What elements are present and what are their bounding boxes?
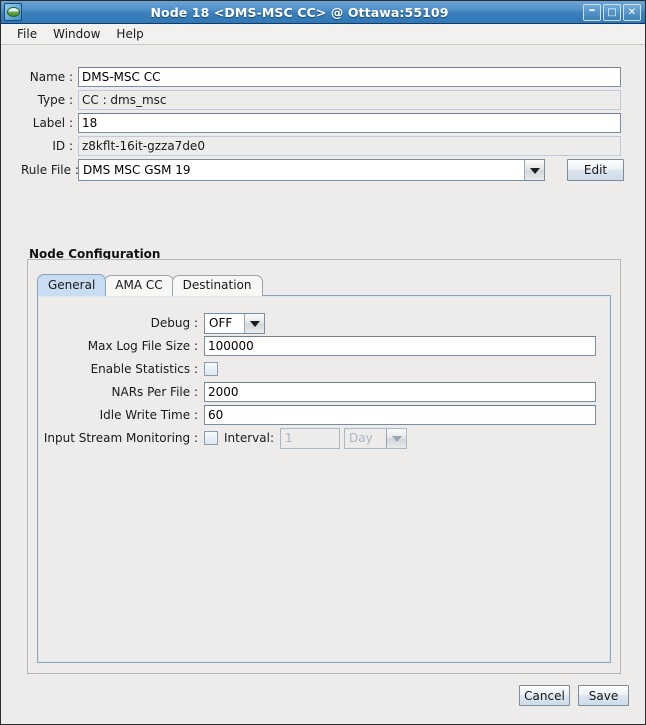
- menu-item-window[interactable]: Window: [45, 25, 108, 43]
- field-row-idle-write-time: Idle Write Time : 60: [38, 404, 598, 426]
- idle-write-time-label: Idle Write Time :: [99, 408, 198, 422]
- input-stream-monitoring-checkbox[interactable]: [204, 431, 218, 445]
- footer-buttons: Cancel Save: [519, 685, 629, 706]
- field-row-max-log-file-size: Max Log File Size : 100000: [38, 335, 598, 357]
- id-label: ID :: [52, 139, 73, 153]
- tab-general[interactable]: General: [37, 274, 107, 296]
- interval-label: Interval:: [224, 431, 274, 445]
- idle-write-time-input[interactable]: 60: [204, 405, 596, 425]
- close-icon: ✕: [627, 6, 637, 18]
- save-button[interactable]: Save: [578, 685, 629, 706]
- max-log-file-size-label: Max Log File Size :: [87, 339, 198, 353]
- window-content: Name : DMS-MSC CC Type : CC : dms_msc La…: [1, 45, 645, 724]
- chevron-down-icon[interactable]: [244, 313, 264, 333]
- id-value: z8kflt-16it-gzza7de0: [78, 136, 621, 156]
- interval-input[interactable]: 1: [280, 427, 340, 449]
- field-row-type: Type : CC : dms_msc: [21, 90, 621, 110]
- input-stream-monitoring-label: Input Stream Monitoring :: [43, 431, 198, 445]
- field-row-id: ID : z8kflt-16it-gzza7de0: [21, 136, 621, 156]
- rule-file-combo[interactable]: DMS MSC GSM 19: [78, 159, 545, 181]
- window-controls: – □ ✕: [583, 2, 641, 21]
- type-value: CC : dms_msc: [78, 90, 621, 110]
- debug-value: OFF: [205, 313, 244, 333]
- max-log-file-size-input[interactable]: 100000: [204, 336, 596, 356]
- enable-statistics-label: Enable Statistics :: [90, 362, 198, 376]
- field-row-enable-statistics: Enable Statistics :: [38, 358, 598, 380]
- label-input[interactable]: 18: [78, 113, 621, 133]
- field-row-name: Name : DMS-MSC CC: [21, 67, 621, 87]
- tab-ama-cc[interactable]: AMA CC: [104, 275, 174, 296]
- rule-file-label: Rule File :: [21, 163, 79, 177]
- interval-unit-value: Day: [345, 428, 386, 448]
- enable-statistics-checkbox[interactable]: [204, 362, 218, 376]
- field-row-debug: Debug : OFF: [38, 312, 598, 334]
- tab-panel-general: Debug : OFF Max Log File Size : 100000 E…: [37, 295, 611, 663]
- nars-per-file-label: NARs Per File :: [111, 385, 198, 399]
- window-title: Node 18 <DMS-MSC CC> @ Ottawa:55109: [150, 4, 449, 20]
- type-label: Type :: [37, 93, 73, 107]
- minimize-icon: –: [588, 2, 596, 18]
- maximize-button[interactable]: □: [603, 3, 621, 21]
- tab-destination[interactable]: Destination: [171, 275, 263, 296]
- name-label: Name :: [29, 70, 73, 84]
- edit-button[interactable]: Edit: [567, 159, 624, 181]
- tab-bar: General AMA CC Destination: [37, 274, 263, 296]
- field-row-nars-per-file: NARs Per File : 2000: [38, 381, 598, 403]
- cancel-button[interactable]: Cancel: [519, 685, 570, 706]
- interval-unit-combo[interactable]: Day: [344, 427, 407, 449]
- app-icon: [4, 3, 22, 21]
- name-input[interactable]: DMS-MSC CC: [78, 67, 621, 87]
- chevron-down-icon[interactable]: [524, 160, 544, 180]
- field-row-input-stream-monitoring: Input Stream Monitoring : Interval: 1 Da…: [38, 427, 598, 449]
- application-window: Node 18 <DMS-MSC CC> @ Ottawa:55109 – □ …: [0, 0, 646, 725]
- label-label: Label :: [32, 116, 73, 130]
- field-row-label: Label : 18: [21, 113, 621, 133]
- maximize-icon: □: [607, 6, 617, 18]
- menu-bar: File Window Help: [1, 24, 645, 45]
- debug-combo[interactable]: OFF: [204, 312, 265, 334]
- close-button[interactable]: ✕: [623, 3, 641, 21]
- debug-label: Debug :: [150, 316, 198, 330]
- field-row-rule-file: Rule File : DMS MSC GSM 19 Edit: [21, 159, 641, 181]
- nars-per-file-input[interactable]: 2000: [204, 382, 596, 402]
- menu-item-help[interactable]: Help: [108, 25, 151, 43]
- chevron-down-icon[interactable]: [386, 428, 406, 448]
- title-bar: Node 18 <DMS-MSC CC> @ Ottawa:55109 – □ …: [1, 1, 645, 24]
- rule-file-value: DMS MSC GSM 19: [79, 160, 524, 180]
- minimize-button[interactable]: –: [583, 2, 601, 21]
- menu-item-file[interactable]: File: [9, 25, 45, 43]
